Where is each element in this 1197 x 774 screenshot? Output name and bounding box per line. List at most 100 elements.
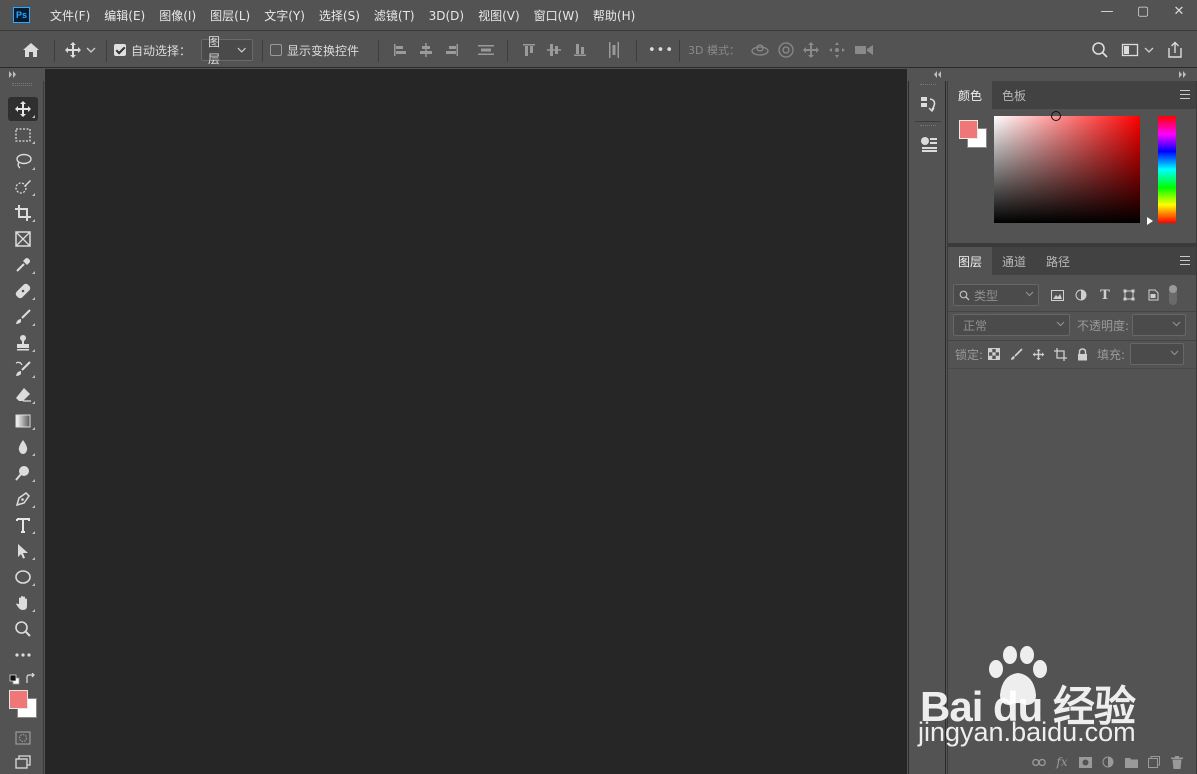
tab-swatches[interactable]: 色板 <box>992 81 1036 109</box>
share-button[interactable] <box>1166 32 1184 68</box>
minimize-button[interactable]: — <box>1089 0 1125 22</box>
lock-image-pixels-icon[interactable] <box>1009 347 1023 361</box>
tab-paths[interactable]: 路径 <box>1036 247 1080 275</box>
menu-3d[interactable]: 3D(D) <box>422 9 471 23</box>
screen-mode-button[interactable] <box>8 750 38 774</box>
align-right-button[interactable] <box>444 32 460 68</box>
menu-edit[interactable]: 编辑(E) <box>97 7 152 24</box>
3d-roll-button[interactable] <box>777 32 795 68</box>
clone-stamp-tool[interactable] <box>8 331 38 355</box>
pen-tool[interactable] <box>8 487 38 511</box>
hue-slider[interactable] <box>1158 116 1176 223</box>
fill-field[interactable] <box>1130 343 1185 365</box>
filter-pixel-icon[interactable] <box>1050 288 1064 302</box>
layer-filter-dropdown[interactable]: 类型 <box>953 284 1039 306</box>
opacity-field[interactable] <box>1132 314 1187 336</box>
menu-image[interactable]: 图像(I) <box>152 7 203 24</box>
menu-layer[interactable]: 图层(L) <box>203 7 257 24</box>
filter-smart-object-icon[interactable] <box>1146 288 1160 302</box>
align-left-button[interactable] <box>392 32 408 68</box>
menu-select[interactable]: 选择(S) <box>312 7 367 24</box>
double-chevron-right-icon[interactable] <box>1179 71 1187 78</box>
eraser-tool[interactable] <box>8 383 38 407</box>
align-bottom-button[interactable] <box>572 32 588 68</box>
history-panel-button[interactable] <box>918 93 940 115</box>
hand-tool[interactable] <box>8 591 38 615</box>
foreground-color-swatch[interactable] <box>9 690 28 709</box>
lock-all-icon[interactable] <box>1075 347 1089 361</box>
lock-artboard-icon[interactable] <box>1053 347 1067 361</box>
distribute-horizontal-button[interactable] <box>606 32 622 68</box>
frame-tool[interactable] <box>8 227 38 251</box>
toolbar-grip[interactable] <box>12 83 32 86</box>
hue-slider-marker[interactable] <box>1147 217 1153 225</box>
swap-colors-button[interactable] <box>25 672 37 685</box>
menu-filter[interactable]: 滤镜(T) <box>367 7 422 24</box>
new-layer-icon[interactable] <box>1147 755 1161 769</box>
3d-slide-button[interactable] <box>828 32 846 68</box>
close-button[interactable]: ✕ <box>1161 0 1197 22</box>
filter-toggle[interactable] <box>1169 285 1177 305</box>
new-group-folder-icon[interactable] <box>1124 755 1138 769</box>
3d-camera-button[interactable] <box>854 32 874 68</box>
quick-mask-button[interactable] <box>8 726 38 750</box>
quick-selection-tool[interactable] <box>8 175 38 199</box>
path-selection-tool[interactable] <box>8 539 38 563</box>
ellipse-tool[interactable] <box>8 565 38 589</box>
gradient-tool[interactable] <box>8 409 38 433</box>
3d-orbit-button[interactable] <box>750 32 770 68</box>
edit-toolbar[interactable] <box>8 643 38 667</box>
align-horizontal-center-button[interactable] <box>418 32 434 68</box>
filter-type-icon[interactable]: T <box>1098 288 1112 303</box>
link-layers-icon[interactable] <box>1032 755 1046 769</box>
add-mask-icon[interactable] <box>1078 755 1092 769</box>
panel-foreground-swatch[interactable] <box>959 120 978 139</box>
blend-mode-dropdown[interactable]: 正常 <box>953 314 1070 336</box>
search-button[interactable] <box>1091 32 1109 68</box>
layer-style-fx-icon[interactable]: fx <box>1055 755 1069 769</box>
panel-menu-icon[interactable] <box>1180 256 1190 265</box>
panel-menu-icon[interactable] <box>1180 90 1190 99</box>
lock-position-icon[interactable] <box>1031 347 1045 361</box>
tab-layers[interactable]: 图层 <box>948 247 993 275</box>
double-chevron-left-icon[interactable] <box>933 71 941 78</box>
tab-channels[interactable]: 通道 <box>992 247 1036 275</box>
filter-shape-icon[interactable] <box>1122 288 1136 302</box>
strip-grip[interactable] <box>920 84 936 86</box>
zoom-tool[interactable] <box>8 617 38 641</box>
move-tool[interactable] <box>8 97 38 121</box>
auto-select-checkbox[interactable]: 自动选择： <box>114 32 191 68</box>
menu-help[interactable]: 帮助(H) <box>586 7 642 24</box>
healing-brush-tool[interactable] <box>8 279 38 303</box>
restore-button[interactable]: ▢ <box>1125 0 1161 22</box>
auto-select-target-dropdown[interactable]: 图层 <box>201 35 253 66</box>
delete-layer-trash-icon[interactable] <box>1170 755 1184 769</box>
document-canvas-area[interactable] <box>45 69 907 774</box>
color-picker-ring[interactable] <box>1051 111 1061 121</box>
menu-view[interactable]: 视图(V) <box>471 7 527 24</box>
type-tool[interactable] <box>8 513 38 537</box>
properties-panel-button[interactable] <box>918 133 940 155</box>
move-tool-preset[interactable] <box>64 32 96 68</box>
menu-file[interactable]: 文件(F) <box>43 7 97 24</box>
brush-tool[interactable] <box>8 305 38 329</box>
lasso-tool[interactable] <box>8 149 38 173</box>
blur-tool[interactable] <box>8 435 38 459</box>
default-colors-button[interactable] <box>9 674 20 685</box>
color-picker-field[interactable] <box>994 111 1140 223</box>
distribute-vertical-button[interactable] <box>477 32 495 68</box>
workspace-button[interactable] <box>1121 32 1154 68</box>
show-transform-controls-checkbox[interactable]: 显示变换控件 <box>270 32 359 68</box>
3d-pan-button[interactable] <box>802 32 820 68</box>
toolbar-collapse-bar[interactable] <box>0 69 44 81</box>
adjustment-layer-icon[interactable] <box>1101 755 1115 769</box>
lock-transparent-pixels-icon[interactable] <box>987 347 1001 361</box>
menu-type[interactable]: 文字(Y) <box>257 7 312 24</box>
marquee-tool[interactable] <box>8 123 38 147</box>
menu-window[interactable]: 窗口(W) <box>527 7 586 24</box>
history-brush-tool[interactable] <box>8 357 38 381</box>
align-vertical-center-button[interactable] <box>546 32 562 68</box>
filter-adjustment-icon[interactable] <box>1074 288 1088 302</box>
more-options-button[interactable]: ••• <box>648 32 674 68</box>
tab-color[interactable]: 颜色 <box>948 81 993 109</box>
